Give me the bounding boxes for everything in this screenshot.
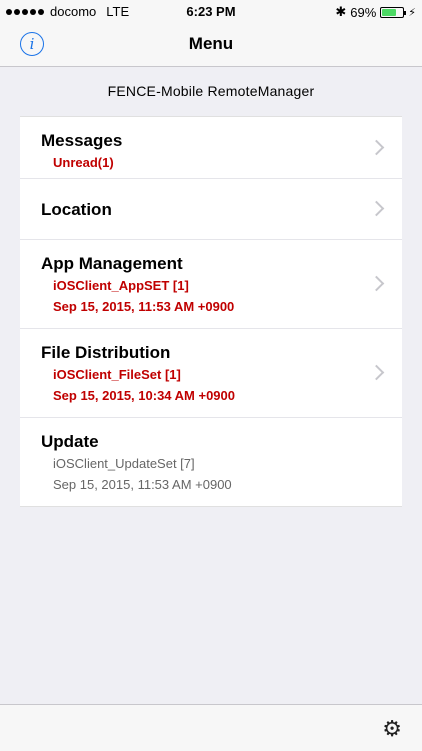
file-set-date: Sep 15, 2015, 10:34 AM +0900	[53, 388, 235, 403]
menu-item-title: File Distribution	[41, 343, 171, 362]
status-right: ✱ 69% ⚡	[335, 4, 416, 20]
bottom-toolbar: ⚙	[0, 704, 422, 751]
unread-count: Unread(1)	[53, 155, 114, 170]
menu-item-update: Update iOSClient_UpdateSet [7] Sep 15, 2…	[20, 418, 402, 506]
menu-item-title: Location	[41, 200, 112, 219]
menu-item-title: Messages	[41, 131, 123, 150]
app-subtitle: FENCE-Mobile RemoteManager	[107, 83, 315, 99]
file-set-name: iOSClient_FileSet [1]	[53, 367, 181, 382]
gear-icon[interactable]: ⚙	[382, 717, 402, 742]
app-set-date: Sep 15, 2015, 11:53 AM +0900	[53, 299, 235, 314]
battery-icon	[380, 6, 407, 18]
nav-bar: i Menu	[0, 24, 422, 67]
update-set-date: Sep 15, 2015, 11:53 AM +0900	[53, 477, 232, 492]
update-set-name: iOSClient_UpdateSet [7]	[53, 456, 195, 471]
menu-item-title: App Management	[41, 254, 183, 273]
menu-item-app-management[interactable]: App Management iOSClient_AppSET [1] Sep …	[20, 240, 402, 329]
bluetooth-icon: ✱	[335, 4, 347, 19]
menu-item-file-distribution[interactable]: File Distribution iOSClient_FileSet [1] …	[20, 329, 402, 418]
status-bar: docomo LTE 6:23 PM ✱ 69% ⚡	[0, 0, 422, 24]
menu-list: Messages Unread(1) Location App Manageme…	[20, 116, 402, 507]
charging-icon: ⚡	[408, 6, 416, 19]
menu-item-location[interactable]: Location	[20, 179, 402, 240]
page-title: Menu	[188, 34, 234, 53]
app-set-name: iOSClient_AppSET [1]	[53, 278, 189, 293]
battery-percent: 69%	[350, 4, 377, 20]
battery-fill	[382, 8, 397, 16]
menu-item-title: Update	[41, 432, 99, 451]
menu-item-messages[interactable]: Messages Unread(1)	[20, 117, 402, 179]
